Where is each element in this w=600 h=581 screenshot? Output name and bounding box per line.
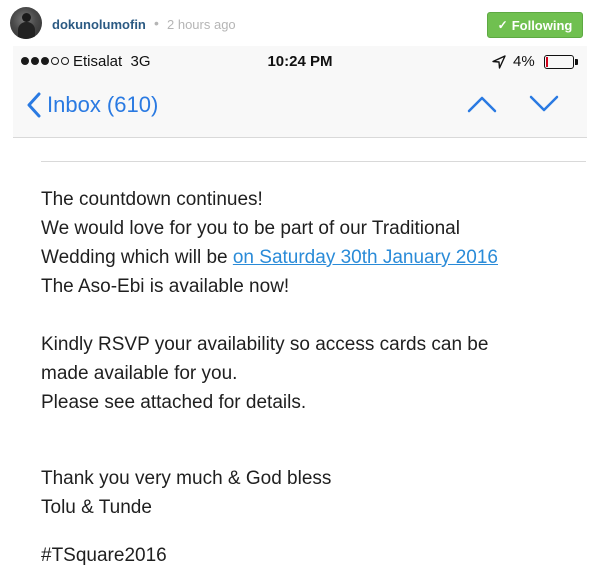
- mail-nav-bar: Inbox (610): [13, 80, 587, 138]
- message-body: The countdown continues! We would love f…: [13, 139, 587, 581]
- checkmark-icon: ✓: [497, 18, 508, 32]
- hashtag-line: #TSquare2016: [41, 545, 167, 566]
- following-button[interactable]: ✓ Following: [487, 12, 583, 38]
- chevron-down-icon[interactable]: [529, 94, 559, 114]
- inbox-label: Inbox (610): [47, 92, 159, 117]
- battery-percentage: 4%: [513, 53, 535, 70]
- post-header: dokunolumofin • 2 hours ago ✓ Following: [0, 0, 600, 46]
- message-navigation: [467, 94, 559, 114]
- location-arrow-icon: [492, 55, 506, 69]
- message-line: We would love for you to be part of our …: [41, 218, 460, 239]
- message-line: Wedding which will be on Saturday 30th J…: [41, 247, 498, 268]
- inbox-back-button[interactable]: Inbox (610): [27, 92, 158, 118]
- battery-icon: [544, 55, 574, 69]
- status-bar: Etisalat 3G 10:24 PM 4%: [13, 46, 587, 80]
- message-line: Tolu & Tunde: [41, 497, 152, 518]
- header-divider: [41, 161, 586, 162]
- message-line: made available for you.: [41, 363, 238, 384]
- following-label: Following: [511, 17, 573, 33]
- username-link[interactable]: dokunolumofin: [52, 17, 146, 32]
- battery-tip: [575, 59, 578, 65]
- avatar[interactable]: [10, 7, 42, 39]
- message-line: Please see attached for details.: [41, 392, 307, 413]
- post-timestamp: 2 hours ago: [167, 17, 236, 32]
- chevron-up-icon[interactable]: [467, 94, 497, 114]
- chevron-left-icon: [27, 92, 41, 118]
- message-line: The Aso-Ebi is available now!: [41, 276, 290, 297]
- date-link[interactable]: on Saturday 30th January 2016: [233, 247, 498, 268]
- message-line: The countdown continues!: [41, 189, 263, 210]
- message-line: Kindly RSVP your availability so access …: [41, 334, 489, 355]
- message-line: Thank you very much & God bless: [41, 468, 332, 489]
- separator-dot: •: [154, 15, 159, 31]
